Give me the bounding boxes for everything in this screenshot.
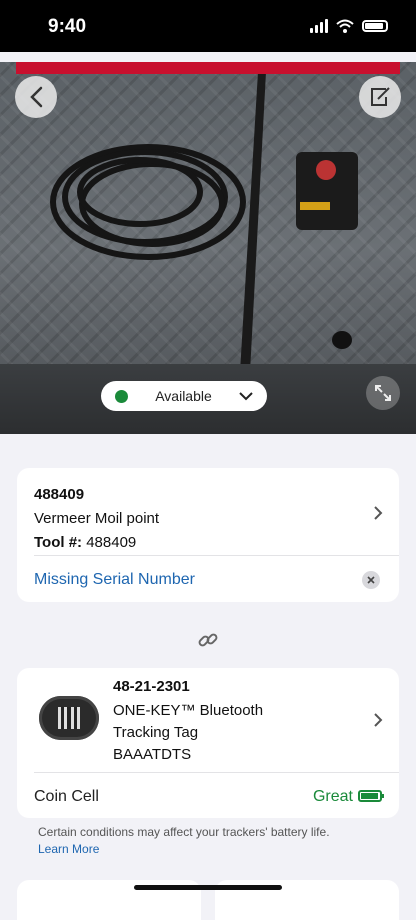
tool-number-label: Tool #: <box>34 534 83 551</box>
status-time: 9:40 <box>48 16 87 37</box>
expand-icon <box>375 385 391 401</box>
status-icons <box>310 19 388 33</box>
tool-number-line: Tool #: 488409 <box>34 534 136 551</box>
back-button[interactable] <box>15 76 57 118</box>
battery-note: Certain conditions may affect your track… <box>38 824 388 858</box>
learn-more-link[interactable]: Learn More <box>38 841 388 858</box>
asset-photo <box>0 62 416 434</box>
missing-serial-link[interactable]: Missing Serial Number <box>34 571 195 589</box>
availability-dropdown[interactable]: Available <box>101 381 267 411</box>
edit-button[interactable] <box>359 76 401 118</box>
asset-name: Vermeer Moil point <box>34 510 160 527</box>
tracker-model: 48-21-2301 <box>113 678 190 695</box>
chevron-right-icon <box>374 506 383 520</box>
availability-dot <box>115 389 128 403</box>
qr-code-icon <box>58 707 80 729</box>
chevron-right-icon <box>374 713 383 727</box>
wifi-icon <box>336 19 354 33</box>
battery-note-text: Certain conditions may affect your track… <box>38 825 330 839</box>
tracker-id: BAAATDTS <box>113 746 192 763</box>
close-icon <box>367 576 375 584</box>
status-bar: 9:40 <box>0 0 416 52</box>
tracker-name: ONE-KEY™ Bluetooth Tracking Tag <box>113 702 264 741</box>
dismiss-serial-button[interactable] <box>362 571 380 589</box>
battery-icon <box>358 790 384 802</box>
link-icon <box>198 633 218 647</box>
expand-photo-button[interactable] <box>366 376 400 410</box>
signal-icon <box>310 19 328 33</box>
back-icon <box>30 86 43 108</box>
edit-icon <box>371 87 390 106</box>
availability-label: Available <box>155 388 212 404</box>
asset-number: 488409 <box>34 486 85 503</box>
divider <box>34 555 399 556</box>
divider <box>34 772 399 773</box>
battery-status: Great <box>312 788 353 805</box>
home-indicator <box>134 885 282 890</box>
battery-status-icon <box>362 20 388 32</box>
battery-type: Coin Cell <box>34 788 99 805</box>
tracker-image <box>39 696 99 740</box>
brand-strip <box>16 62 400 74</box>
asset-details-card[interactable]: 488409 Vermeer Moil point Tool #: 488409… <box>17 468 399 602</box>
tool-number-value: 488409 <box>86 534 137 551</box>
tracker-card[interactable]: 48-21-2301 ONE-KEY™ Bluetooth Tracking T… <box>17 668 399 818</box>
chevron-down-icon <box>239 391 253 400</box>
